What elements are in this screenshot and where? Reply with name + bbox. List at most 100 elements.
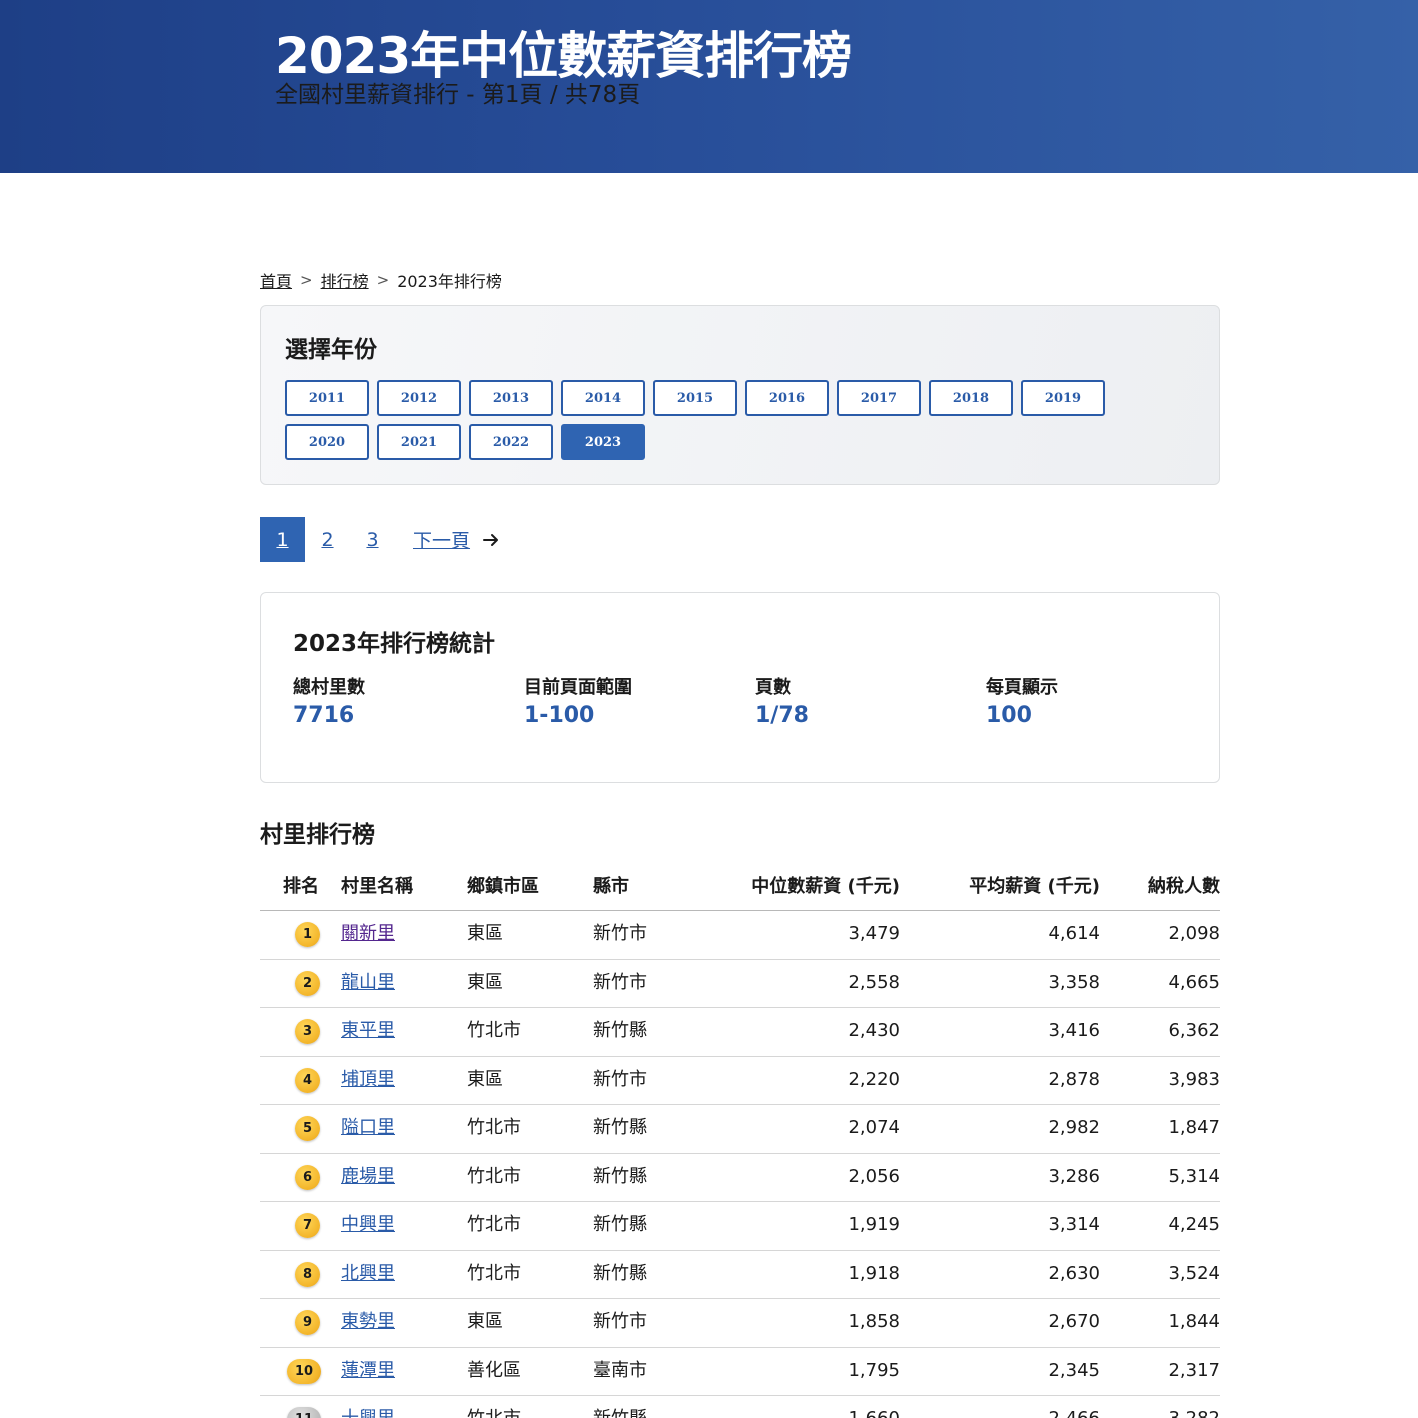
year-button-2020[interactable]: 2020 [285,424,369,460]
village-link[interactable]: 龍山里 [341,972,395,993]
table-row: 11 十興里 竹北市 新竹縣 1,660 2,466 3,282 [260,1396,1220,1418]
table-row: 8 北興里 竹北市 新竹縣 1,918 2,630 3,524 [260,1251,1220,1299]
average-salary-cell: 3,314 [1048,1214,1100,1235]
district-cell: 東區 [467,1311,503,1332]
county-cell: 新竹市 [593,1068,647,1090]
county-cell: 新竹市 [593,1311,647,1332]
page-link-2[interactable]: 2 [305,517,350,562]
year-selector-panel: 選擇年份 2011 2012 2013 2014 2015 2016 2017 2018 201… [260,305,1220,485]
taxpayers-cell: 1,847 [1168,1117,1220,1138]
village-cell: 東平里 [341,1019,395,1043]
stat-label: 總村里數 [293,677,365,698]
arrow-right-icon[interactable] [482,531,500,549]
district-cell: 東區 [467,971,503,993]
year-button-2016[interactable]: 2016 [745,380,829,416]
average-salary-cell: 2,630 [1048,1262,1100,1284]
county-cell: 新竹縣 [593,1020,647,1041]
table-row: 7 中興里 竹北市 新竹縣 1,919 3,314 4,245 [260,1202,1220,1251]
year-button-2017[interactable]: 2017 [837,380,921,416]
year-button-2012[interactable]: 2012 [377,380,461,416]
taxpayers-cell: 4,245 [1168,1214,1220,1235]
county-cell: 新竹縣 [593,1214,647,1235]
median-salary-cell: 1,919 [848,1214,900,1235]
taxpayers-cell: 3,282 [1168,1407,1220,1418]
taxpayers-cell: 1,844 [1168,1311,1220,1332]
village-link[interactable]: 北興里 [341,1263,395,1284]
village-link[interactable]: 東勢里 [341,1311,395,1332]
median-salary-cell: 1,858 [848,1311,900,1332]
county-cell: 新竹市 [593,971,647,993]
district-cell: 竹北市 [467,1262,521,1284]
village-link[interactable]: 中興里 [341,1214,395,1235]
year-button-2019[interactable]: 2019 [1021,380,1105,416]
year-button-2018[interactable]: 2018 [929,380,1013,416]
stat-value: 7716 [293,703,355,728]
table-header: 排名 村里名稱 鄉鎮市區 縣市 中位數薪資 (千元) 平均薪資 (千元) 納稅人… [260,864,1220,911]
breadcrumb-rankings-link[interactable]: 排行榜 [321,268,369,292]
taxpayers-cell: 3,524 [1168,1262,1220,1284]
rank-badge: 11 [287,1407,321,1418]
year-button-2011[interactable]: 2011 [285,380,369,416]
median-salary-cell: 1,918 [848,1262,900,1284]
village-cell: 埔頂里 [341,1068,395,1092]
village-link[interactable]: 關新里 [341,923,395,944]
rank-badge: 4 [295,1067,320,1093]
page-subtitle: 全國村里薪資排行 - 第1頁 / 共78頁 [275,82,641,108]
column-header-village: 村里名稱 [341,876,413,897]
district-cell: 東區 [467,923,503,944]
table-row: 4 埔頂里 東區 新竹市 2,220 2,878 3,983 [260,1057,1220,1105]
average-salary-cell: 3,358 [1048,971,1100,993]
rank-badge: 6 [295,1164,320,1190]
year-button-2023[interactable]: 2023 [561,424,645,460]
ranking-title: 村里排行榜 [260,822,375,848]
median-salary-cell: 2,558 [848,971,900,993]
breadcrumb-home-link[interactable]: 首頁 [260,268,292,292]
year-button-2021[interactable]: 2021 [377,424,461,460]
median-salary-cell: 3,479 [848,923,900,944]
page-header: 2023年中位數薪資排行榜 全國村里薪資排行 - 第1頁 / 共78頁 [0,0,1418,173]
stat-total-villages: 總村里數 7716 [293,676,365,731]
rank-badge: 10 [287,1358,321,1384]
village-link[interactable]: 蓮潭里 [341,1360,395,1381]
average-salary-cell: 2,345 [1048,1359,1100,1381]
village-link[interactable]: 鹿場里 [341,1166,395,1187]
district-cell: 善化區 [467,1359,521,1381]
district-cell: 竹北市 [467,1020,521,1041]
village-link[interactable]: 隘口里 [341,1117,395,1138]
next-page-link[interactable]: 下一頁 [413,526,470,553]
average-salary-cell: 3,286 [1048,1165,1100,1187]
village-link[interactable]: 埔頂里 [341,1069,395,1090]
stat-page-count: 頁數 1/78 [755,676,809,731]
taxpayers-cell: 3,983 [1168,1068,1220,1090]
page-link-1[interactable]: 1 [260,517,305,562]
stat-value: 1-100 [524,703,595,728]
year-button-2015[interactable]: 2015 [653,380,737,416]
column-header-median: 中位數薪資 (千元) [751,876,900,897]
taxpayers-cell: 2,098 [1168,923,1220,944]
year-button-2022[interactable]: 2022 [469,424,553,460]
average-salary-cell: 4,614 [1048,923,1100,944]
village-link[interactable]: 十興里 [341,1408,395,1418]
year-button-2014[interactable]: 2014 [561,380,645,416]
village-cell: 龍山里 [341,971,395,995]
rank-badge: 3 [295,1019,320,1044]
taxpayers-cell: 6,362 [1168,1020,1220,1041]
column-header-rank: 排名 [283,876,319,897]
table-row: 2 龍山里 東區 新竹市 2,558 3,358 4,665 [260,960,1220,1008]
village-cell: 蓮潭里 [341,1359,395,1383]
pagination: 1 2 3 下一頁 [260,517,500,562]
stat-page-range: 目前頁面範圍 1-100 [524,676,632,731]
rank-badge: 7 [295,1213,320,1238]
taxpayers-cell: 2,317 [1168,1359,1220,1381]
average-salary-cell: 2,982 [1048,1117,1100,1138]
page-link-3[interactable]: 3 [350,517,395,562]
taxpayers-cell: 4,665 [1168,971,1220,993]
year-button-2013[interactable]: 2013 [469,380,553,416]
village-cell: 東勢里 [341,1310,395,1334]
median-salary-cell: 1,795 [848,1359,900,1381]
table-row: 6 鹿場里 竹北市 新竹縣 2,056 3,286 5,314 [260,1154,1220,1202]
column-header-average: 平均薪資 (千元) [969,876,1100,897]
stat-value: 1/78 [755,703,809,728]
county-cell: 新竹縣 [593,1165,647,1187]
village-link[interactable]: 東平里 [341,1020,395,1041]
